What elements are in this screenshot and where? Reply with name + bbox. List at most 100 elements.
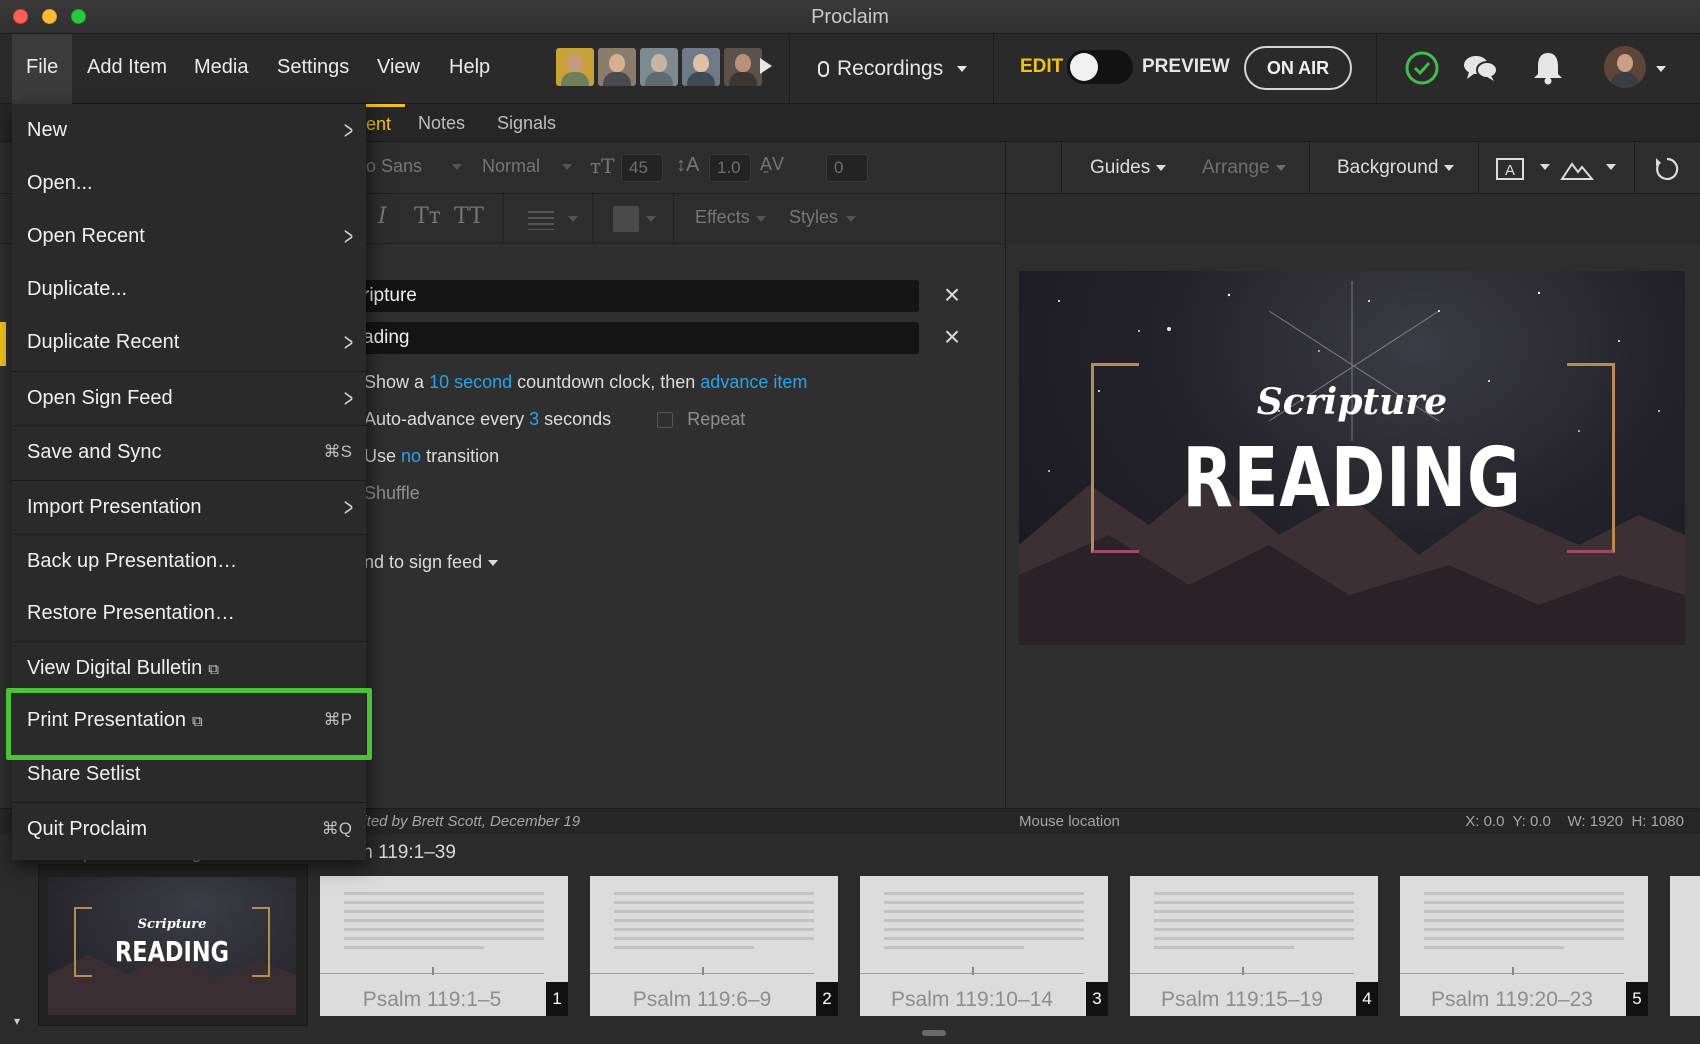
file-menu-quit[interactable]: Quit Proclaim ⌘Q bbox=[12, 802, 366, 854]
chevron-down-icon bbox=[646, 216, 656, 222]
file-menu-back-up-presentation[interactable]: Back up Presentation… bbox=[12, 534, 366, 586]
arrange-label: Arrange bbox=[1202, 157, 1270, 178]
tab-notes[interactable]: Notes bbox=[404, 104, 479, 142]
chevron-down-icon bbox=[562, 164, 572, 170]
mouse-coordinates: X: 0.0 Y: 0.0 W: 1920 H: 1080 bbox=[1465, 813, 1684, 830]
clear-subtitle-close-icon[interactable]: × bbox=[940, 323, 964, 351]
filmstrip-slide[interactable]: Psalm 119:10–14 3 bbox=[860, 876, 1108, 1016]
filmstrip-resize-handle[interactable] bbox=[922, 1030, 946, 1036]
chevron-down-icon bbox=[846, 216, 856, 222]
autoadvance-suffix: seconds bbox=[544, 409, 612, 429]
chevron-down-icon bbox=[756, 216, 766, 222]
shuffle-option[interactable]: Shuffle bbox=[364, 483, 420, 504]
file-menu-save-and-sync[interactable]: Save and Sync ⌘S bbox=[12, 425, 366, 477]
font-size-icon: ᴛT bbox=[590, 154, 615, 178]
countdown-middle: countdown clock, then bbox=[517, 372, 696, 392]
on-air-button[interactable]: ON AIR bbox=[1244, 46, 1352, 90]
guides-label: Guides bbox=[1090, 157, 1151, 178]
small-caps-button[interactable]: Tт bbox=[414, 204, 441, 229]
notifications-bell-icon[interactable] bbox=[1528, 48, 1568, 88]
tracking-field[interactable]: 0 bbox=[826, 154, 868, 182]
font-weight-select[interactable]: Normal bbox=[482, 156, 540, 177]
menu-add-item[interactable]: Add Item bbox=[73, 34, 181, 104]
chevron-down-icon[interactable] bbox=[1606, 164, 1616, 170]
repeat-checkbox[interactable] bbox=[657, 412, 674, 429]
image-icon[interactable] bbox=[1560, 156, 1594, 182]
team-member-avatar[interactable] bbox=[640, 48, 678, 86]
countdown-action-link[interactable]: advance item bbox=[700, 372, 807, 392]
slide-preview[interactable]: Scripture READING bbox=[1019, 271, 1685, 645]
team-avatars bbox=[556, 48, 762, 86]
team-member-avatar[interactable] bbox=[724, 48, 762, 86]
filmstrip-slide-partial[interactable] bbox=[1670, 876, 1700, 1016]
team-member-avatar[interactable] bbox=[598, 48, 636, 86]
filmstrip-slide[interactable]: Psalm 119:1–5 1 bbox=[320, 876, 568, 1016]
slide-caption: Psalm 119:10–14 bbox=[891, 988, 1053, 1011]
team-member-avatar[interactable] bbox=[682, 48, 720, 86]
background-dropdown[interactable]: Background bbox=[1337, 142, 1455, 194]
line-spacing-field[interactable]: 1.0 bbox=[709, 154, 751, 182]
play-icon[interactable] bbox=[760, 58, 772, 74]
font-size-field[interactable]: 45 bbox=[621, 154, 663, 182]
chevron-right-icon: > bbox=[343, 221, 353, 251]
slide-text-preview bbox=[344, 892, 544, 955]
slide-caption: Psalm 119:20–23 bbox=[1431, 988, 1593, 1011]
transition-type-link[interactable]: no bbox=[401, 446, 421, 466]
user-avatar[interactable] bbox=[1604, 46, 1646, 88]
file-menu-duplicate[interactable]: Duplicate... bbox=[12, 263, 366, 315]
chevron-down-icon[interactable] bbox=[1540, 164, 1550, 170]
text-align-icon[interactable] bbox=[528, 210, 554, 230]
chevron-down-icon bbox=[957, 66, 968, 72]
title-text-field[interactable]: ripture bbox=[355, 280, 919, 312]
clear-title-close-icon[interactable]: × bbox=[940, 281, 964, 309]
filmstrip-slide[interactable]: Psalm 119:15–19 4 bbox=[1130, 876, 1378, 1016]
menu-settings[interactable]: Settings bbox=[263, 34, 363, 104]
menu-view[interactable]: View bbox=[363, 34, 434, 104]
send-to-sign-feed-dropdown[interactable]: nd to sign feed bbox=[364, 552, 499, 573]
filmstrip-slide[interactable]: Psalm 119:20–23 5 bbox=[1400, 876, 1648, 1016]
tab-signals[interactable]: Signals bbox=[483, 104, 570, 142]
text-color-swatch[interactable] bbox=[613, 206, 639, 232]
collapse-chevron-icon[interactable]: ▾ bbox=[14, 1014, 20, 1028]
recordings-dropdown[interactable]: Recordings bbox=[818, 34, 968, 104]
file-menu-duplicate-recent[interactable]: Duplicate Recent > bbox=[12, 316, 366, 368]
slide-caption: Psalm 119:1–5 bbox=[362, 988, 502, 1011]
mouse-location-label: Mouse location bbox=[1019, 813, 1120, 830]
slide-script-text: Scripture bbox=[1256, 381, 1448, 423]
menu-media[interactable]: Media bbox=[180, 34, 262, 104]
file-menu-view-digital-bulletin[interactable]: View Digital Bulletin ⧉ bbox=[12, 641, 366, 693]
preview-mode-label[interactable]: PREVIEW bbox=[1142, 56, 1230, 78]
chevron-down-icon bbox=[1156, 164, 1167, 171]
filmstrip-slide[interactable]: Psalm 119:6–9 2 bbox=[590, 876, 838, 1016]
file-menu-open-recent[interactable]: Open Recent > bbox=[12, 210, 366, 262]
chevron-down-icon bbox=[1275, 164, 1286, 171]
file-menu-new[interactable]: New > bbox=[12, 104, 366, 156]
user-menu-chevron-icon[interactable] bbox=[1656, 66, 1666, 72]
chat-bubbles-icon[interactable] bbox=[1460, 48, 1500, 88]
arrange-dropdown[interactable]: Arrange bbox=[1202, 142, 1286, 194]
guides-dropdown[interactable]: Guides bbox=[1090, 142, 1167, 194]
microphone-icon bbox=[818, 61, 829, 77]
file-menu-open-sign-feed[interactable]: Open Sign Feed > bbox=[12, 371, 366, 423]
edit-preview-toggle[interactable] bbox=[1067, 50, 1133, 84]
italic-button[interactable]: I bbox=[378, 204, 387, 229]
edit-mode-label[interactable]: EDIT bbox=[1020, 56, 1063, 78]
effects-dropdown[interactable]: Effects bbox=[695, 207, 750, 228]
file-menu-restore-presentation[interactable]: Restore Presentation… bbox=[12, 587, 366, 639]
team-member-avatar[interactable] bbox=[556, 48, 594, 86]
slide-text-preview bbox=[1424, 892, 1624, 955]
menu-file[interactable]: File bbox=[12, 34, 73, 104]
subtitle-text-field[interactable]: ading bbox=[355, 322, 919, 354]
menu-help[interactable]: Help bbox=[435, 34, 504, 104]
all-caps-button[interactable]: TT bbox=[454, 204, 484, 229]
countdown-duration-link[interactable]: 10 second bbox=[429, 372, 512, 392]
chevron-down-icon bbox=[1444, 164, 1455, 171]
sync-status-check-icon[interactable] bbox=[1402, 48, 1442, 88]
file-menu-import-presentation[interactable]: Import Presentation > bbox=[12, 480, 366, 532]
autoadvance-interval-link[interactable]: 3 bbox=[529, 409, 539, 429]
filmstrip-hero-thumbnail[interactable]: Scripture READING bbox=[38, 864, 308, 1026]
text-box-icon[interactable]: A bbox=[1494, 156, 1528, 182]
undo-refresh-icon[interactable] bbox=[1652, 154, 1682, 184]
styles-dropdown[interactable]: Styles bbox=[789, 207, 838, 228]
file-menu-open[interactable]: Open... bbox=[12, 157, 366, 209]
